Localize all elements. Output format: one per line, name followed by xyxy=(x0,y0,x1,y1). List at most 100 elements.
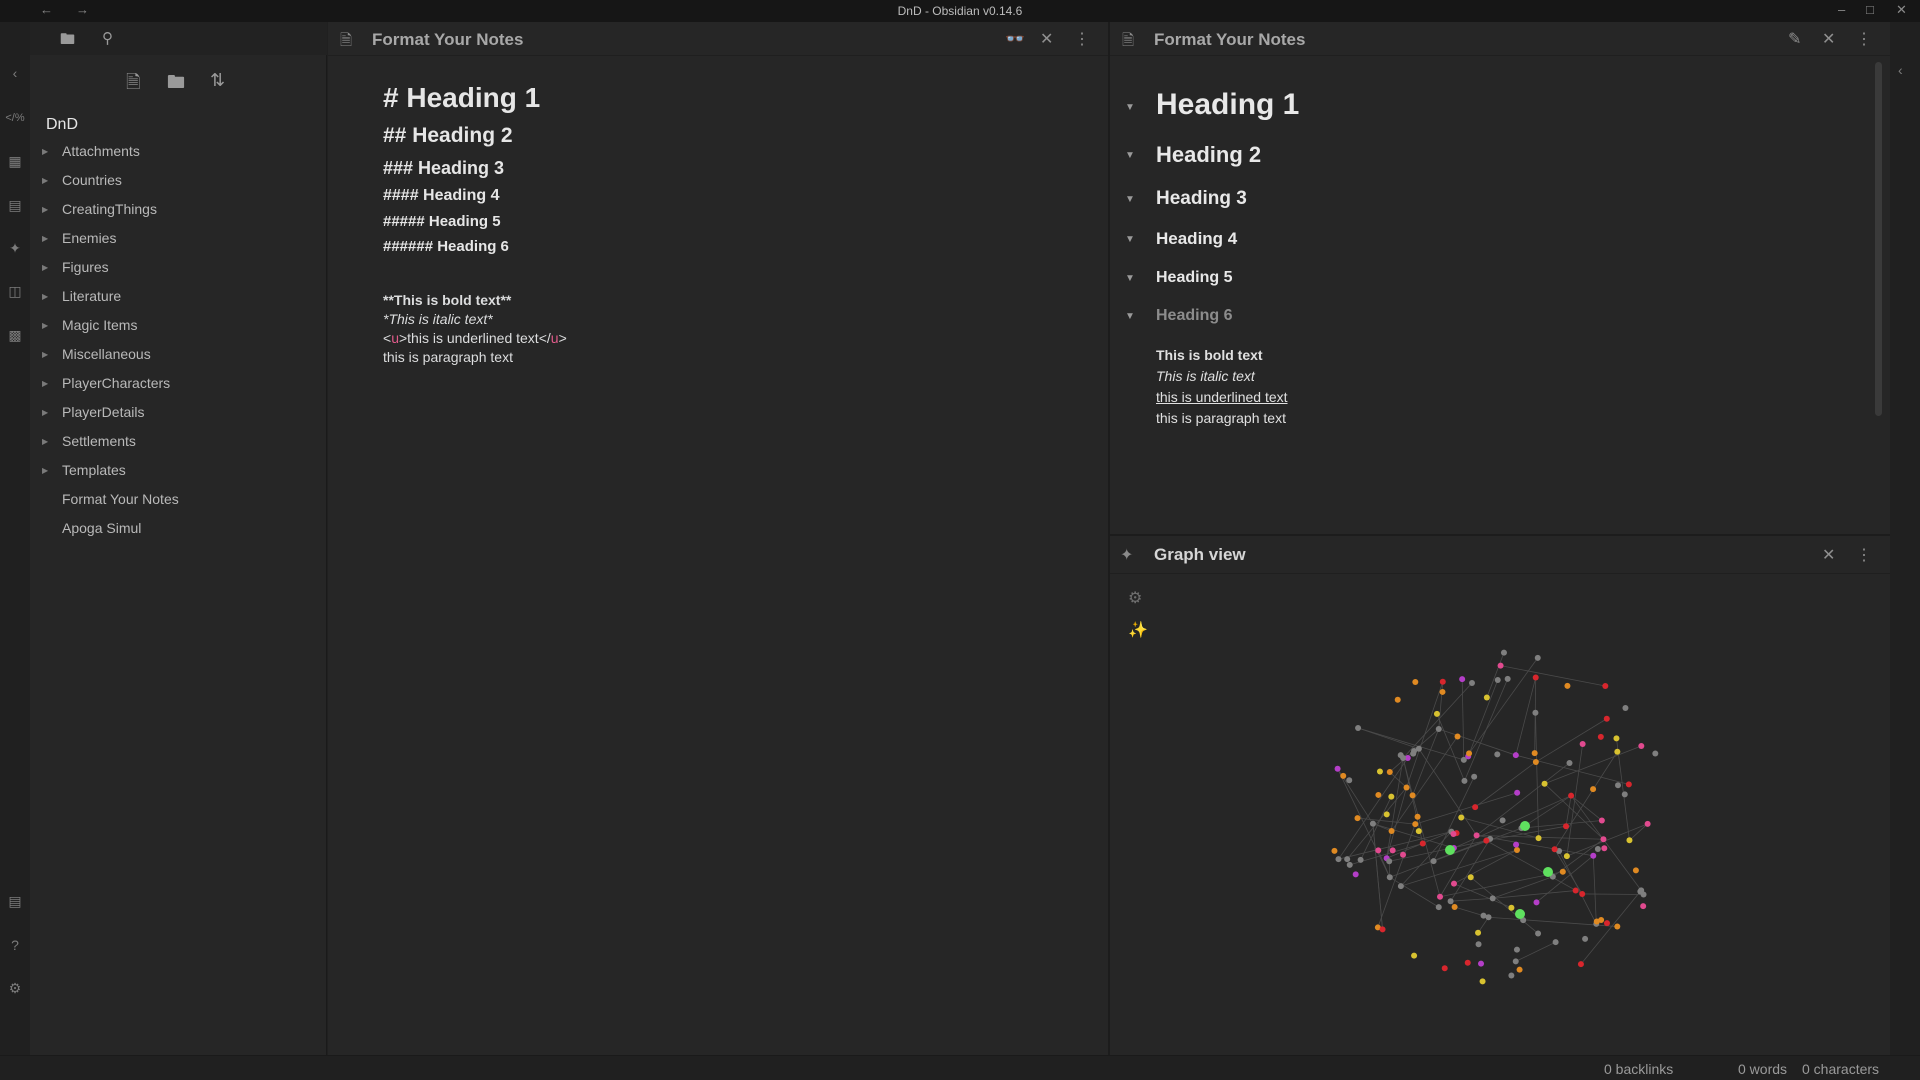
graph-node[interactable] xyxy=(1400,851,1407,858)
graph-node[interactable] xyxy=(1435,904,1442,911)
graph-node[interactable] xyxy=(1419,840,1426,847)
expand-arrow-icon[interactable]: ▶ xyxy=(42,166,48,195)
graph-node-hub[interactable] xyxy=(1543,867,1553,877)
plugins-icon[interactable]: ▩ xyxy=(4,324,26,346)
graph-node[interactable] xyxy=(1388,828,1395,835)
code-icon[interactable]: </% xyxy=(4,107,26,129)
graph-node[interactable] xyxy=(1450,880,1457,887)
graph-node[interactable] xyxy=(1532,758,1539,765)
new-note-icon[interactable]: 🗎 xyxy=(126,70,140,100)
graph-node[interactable] xyxy=(1613,735,1620,742)
graph-node[interactable] xyxy=(1512,752,1519,759)
graph-node[interactable] xyxy=(1433,710,1440,717)
graph-node[interactable] xyxy=(1625,781,1632,788)
graph-node[interactable] xyxy=(1475,929,1482,936)
expand-arrow-icon[interactable]: ▶ xyxy=(42,253,48,282)
close-icon[interactable]: ✕ xyxy=(1040,29,1053,49)
graph-node[interactable] xyxy=(1516,966,1523,973)
minimize-icon[interactable]: – xyxy=(1838,2,1845,17)
graph-node[interactable] xyxy=(1459,676,1466,683)
search-icon[interactable]: ⚲ xyxy=(102,29,113,47)
fold-arrow-icon[interactable]: ▼ xyxy=(1125,102,1135,113)
table-icon[interactable]: ▦ xyxy=(4,150,26,172)
vault-icon[interactable]: ▤ xyxy=(4,890,26,912)
graph-node[interactable] xyxy=(1579,741,1586,748)
graph-node[interactable] xyxy=(1468,680,1475,687)
folder-tab-icon[interactable]: 🖿 xyxy=(60,29,75,54)
graph-node[interactable] xyxy=(1439,688,1446,695)
expand-arrow-icon[interactable]: ▶ xyxy=(42,340,48,369)
graph-node[interactable] xyxy=(1489,895,1496,902)
help-icon[interactable]: ? xyxy=(4,934,26,956)
graph-node[interactable] xyxy=(1376,768,1383,775)
file-item[interactable]: Format Your Notes xyxy=(30,485,327,514)
graph-canvas[interactable] xyxy=(1110,574,1890,1055)
graph-node[interactable] xyxy=(1564,682,1571,689)
note-icon[interactable]: ▤ xyxy=(4,194,26,216)
graph-node[interactable] xyxy=(1464,959,1471,966)
graph-node[interactable] xyxy=(1430,858,1437,865)
graph-node[interactable] xyxy=(1644,820,1651,827)
source-body[interactable]: **This is bold text** *This is italic te… xyxy=(383,291,567,367)
source-heading-1[interactable]: # Heading 1 xyxy=(383,82,567,114)
source-heading-5[interactable]: ##### Heading 5 xyxy=(383,213,567,230)
graph-node[interactable] xyxy=(1531,750,1538,757)
collapse-right-icon[interactable]: ‹ xyxy=(1898,62,1903,78)
folder-item[interactable]: ▶ Literature xyxy=(30,282,327,311)
graph-node[interactable] xyxy=(1410,750,1417,757)
graph-node[interactable] xyxy=(1414,813,1421,820)
source-underline-line[interactable]: <u>this is underlined text</u> xyxy=(383,329,567,348)
graph-node[interactable] xyxy=(1467,874,1474,881)
preview-scrollbar[interactable] xyxy=(1875,62,1882,416)
graph-node[interactable] xyxy=(1375,847,1382,854)
settings-icon[interactable]: ⚙ xyxy=(4,977,26,999)
expand-arrow-icon[interactable]: ▶ xyxy=(42,369,48,398)
graph-node[interactable] xyxy=(1579,890,1586,897)
graph-node[interactable] xyxy=(1471,773,1478,780)
graph-node[interactable] xyxy=(1389,847,1396,854)
graph-node[interactable] xyxy=(1397,752,1404,759)
graph-node[interactable] xyxy=(1652,750,1659,757)
graph-node[interactable] xyxy=(1602,683,1609,690)
graph-node[interactable] xyxy=(1475,941,1482,948)
graph-node[interactable] xyxy=(1437,893,1444,900)
file-item[interactable]: Apoga Simul xyxy=(30,514,327,543)
graph-node[interactable] xyxy=(1379,926,1386,933)
graph-node[interactable] xyxy=(1412,678,1419,685)
graph-node[interactable] xyxy=(1411,952,1418,959)
close-window-icon[interactable]: ✕ xyxy=(1896,2,1907,18)
graph-node[interactable] xyxy=(1415,828,1422,835)
new-folder-icon[interactable]: 🖿 xyxy=(167,70,185,100)
expand-arrow-icon[interactable]: ▶ xyxy=(42,398,48,427)
graph-node[interactable] xyxy=(1331,847,1338,854)
graph-node[interactable] xyxy=(1582,935,1589,942)
folder-item[interactable]: ▶ Countries xyxy=(30,166,327,195)
graph-node[interactable] xyxy=(1563,823,1570,830)
graph-node[interactable] xyxy=(1603,920,1610,927)
expand-arrow-icon[interactable]: ▶ xyxy=(42,282,48,311)
graph-node[interactable] xyxy=(1435,726,1442,733)
folder-item[interactable]: ▶ Magic Items xyxy=(30,311,327,340)
expand-arrow-icon[interactable]: ▶ xyxy=(42,311,48,340)
graph-icon[interactable]: ✦ xyxy=(4,237,26,259)
graph-node[interactable] xyxy=(1334,765,1341,772)
more-options-icon[interactable]: ⋮ xyxy=(1074,29,1090,49)
graph-node[interactable] xyxy=(1472,804,1479,811)
graph-node[interactable] xyxy=(1640,903,1647,910)
graph-node[interactable] xyxy=(1590,852,1597,859)
graph-node[interactable] xyxy=(1532,674,1539,681)
graph-node[interactable] xyxy=(1383,811,1390,818)
source-heading-4[interactable]: #### Heading 4 xyxy=(383,187,567,205)
graph-node[interactable] xyxy=(1355,725,1362,732)
vault-name[interactable]: DnD xyxy=(46,116,78,134)
more-options-icon[interactable]: ⋮ xyxy=(1856,545,1872,565)
source-italic-line[interactable]: *This is italic text* xyxy=(383,310,567,329)
graph-node[interactable] xyxy=(1559,868,1566,875)
folder-item[interactable]: ▶ Templates xyxy=(30,456,327,485)
graph-node[interactable] xyxy=(1479,978,1486,985)
fold-arrow-icon[interactable]: ▼ xyxy=(1125,311,1135,322)
graph-node[interactable] xyxy=(1533,899,1540,906)
graph-node[interactable] xyxy=(1352,871,1359,878)
source-bold-line[interactable]: **This is bold text** xyxy=(383,291,567,310)
graph-node[interactable] xyxy=(1593,918,1600,925)
